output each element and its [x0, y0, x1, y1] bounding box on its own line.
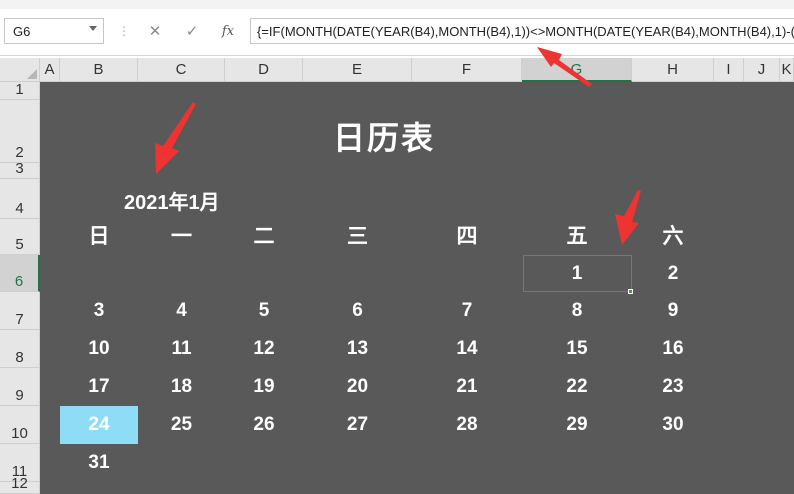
red-arrow-icon: [155, 102, 196, 174]
annotation-arrows: [155, 47, 641, 245]
red-arrow-icon: [615, 190, 641, 245]
red-arrow-icon: [537, 47, 592, 87]
